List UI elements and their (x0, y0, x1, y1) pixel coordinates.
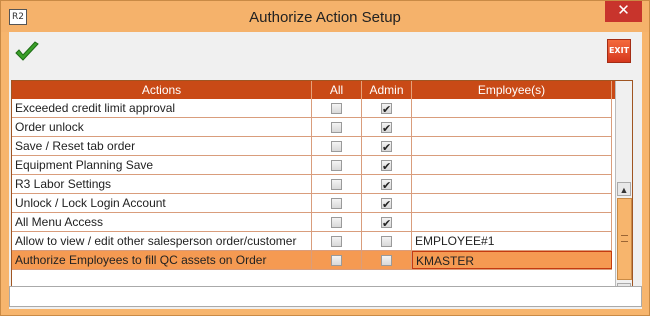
admin-checkbox[interactable] (381, 196, 392, 212)
admin-checkbox[interactable] (381, 255, 392, 266)
employees-field[interactable] (412, 194, 612, 212)
actions-table: Actions All Admin Employee(s) Exceeded c… (11, 80, 633, 303)
all-checkbox[interactable] (331, 217, 342, 228)
all-checkbox[interactable] (331, 179, 342, 190)
admin-cell (362, 137, 412, 155)
all-checkbox[interactable] (331, 103, 342, 114)
vertical-scrollbar[interactable]: ▲ ▼ (615, 81, 632, 301)
all-checkbox[interactable] (331, 141, 342, 152)
scroll-thumb[interactable] (617, 198, 632, 280)
admin-cell (362, 118, 412, 136)
table-row[interactable]: Authorize Employees to fill QC assets on… (12, 251, 612, 270)
all-checkbox[interactable] (331, 236, 342, 247)
admin-checkbox[interactable] (381, 139, 392, 155)
admin-checkbox[interactable] (381, 215, 392, 231)
action-label: Order unlock (12, 118, 312, 136)
all-checkbox[interactable] (331, 255, 342, 266)
table-row[interactable]: Unlock / Lock Login Account (12, 194, 612, 213)
employees-field[interactable] (412, 99, 612, 117)
admin-cell (362, 251, 412, 269)
admin-cell (362, 194, 412, 212)
all-cell (312, 175, 362, 193)
all-cell (312, 251, 362, 269)
app-window: R2 Authorize Action Setup ✕ EXIT Actions… (0, 0, 650, 316)
all-cell (312, 194, 362, 212)
save-button[interactable] (14, 39, 40, 65)
window-title: Authorize Action Setup (249, 9, 401, 26)
all-checkbox[interactable] (331, 122, 342, 133)
toolbar: EXIT (9, 32, 642, 74)
all-cell (312, 232, 362, 250)
column-header-actions[interactable]: Actions (12, 81, 312, 99)
column-header-admin[interactable]: Admin (362, 81, 412, 99)
checkmark-icon (15, 41, 39, 61)
employees-field[interactable]: KMASTER (412, 251, 612, 269)
scroll-grip-icon (621, 235, 628, 242)
employees-field[interactable] (412, 175, 612, 193)
employees-field[interactable] (412, 137, 612, 155)
admin-checkbox[interactable] (381, 177, 392, 193)
table-row[interactable]: Order unlock (12, 118, 612, 137)
table-row[interactable]: Allow to view / edit other salesperson o… (12, 232, 612, 251)
table-row[interactable]: R3 Labor Settings (12, 175, 612, 194)
action-label: Unlock / Lock Login Account (12, 194, 312, 212)
admin-checkbox[interactable] (381, 236, 392, 247)
action-label: Exceeded credit limit approval (12, 99, 312, 117)
admin-cell (362, 99, 412, 117)
all-cell (312, 156, 362, 174)
table-row[interactable]: All Menu Access (12, 213, 612, 232)
all-cell (312, 137, 362, 155)
admin-cell (362, 156, 412, 174)
action-label: Authorize Employees to fill QC assets on… (12, 251, 312, 269)
title-bar[interactable]: R2 Authorize Action Setup ✕ (1, 1, 649, 32)
column-header-all[interactable]: All (312, 81, 362, 99)
employees-field[interactable] (412, 118, 612, 136)
table-row[interactable]: Save / Reset tab order (12, 137, 612, 156)
admin-checkbox[interactable] (381, 120, 392, 136)
all-checkbox[interactable] (331, 160, 342, 171)
column-header-employees[interactable]: Employee(s) (412, 81, 612, 99)
employees-field[interactable]: EMPLOYEE#1 (412, 232, 612, 250)
scroll-up-arrow-icon[interactable]: ▲ (617, 182, 631, 196)
admin-cell (362, 232, 412, 250)
all-checkbox[interactable] (331, 198, 342, 209)
client-area: EXIT Actions All Admin Employee(s) Excee… (9, 32, 642, 309)
table-row[interactable]: Exceeded credit limit approval (12, 99, 612, 118)
action-label: R3 Labor Settings (12, 175, 312, 193)
admin-checkbox[interactable] (381, 158, 392, 174)
admin-cell (362, 213, 412, 231)
table-row[interactable]: Equipment Planning Save (12, 156, 612, 175)
action-label: Equipment Planning Save (12, 156, 312, 174)
exit-button[interactable]: EXIT (607, 39, 631, 63)
action-label: Save / Reset tab order (12, 137, 312, 155)
action-label: Allow to view / edit other salesperson o… (12, 232, 312, 250)
close-button[interactable]: ✕ (605, 1, 642, 22)
all-cell (312, 99, 362, 117)
employees-field[interactable] (412, 213, 612, 231)
admin-cell (362, 175, 412, 193)
all-cell (312, 118, 362, 136)
status-bar (9, 286, 642, 307)
employees-field[interactable] (412, 156, 612, 174)
admin-checkbox[interactable] (381, 101, 392, 117)
all-cell (312, 213, 362, 231)
action-label: All Menu Access (12, 213, 312, 231)
